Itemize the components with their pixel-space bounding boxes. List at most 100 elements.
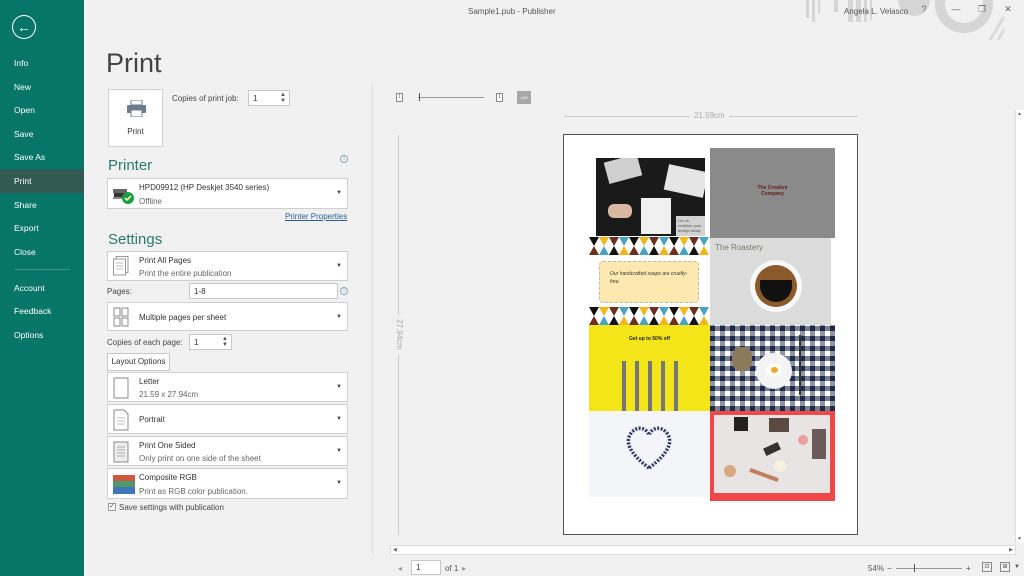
prev-page-icon[interactable]: ◂	[398, 564, 402, 573]
tile-forks-sale: Get up to 50% off	[589, 325, 710, 411]
view-options-icon[interactable]: ⊞	[1000, 562, 1010, 572]
info-icon[interactable]: i	[340, 155, 348, 163]
bunting-triangle	[699, 237, 709, 246]
copies-each-stepper[interactable]: 1 ▲ ▼	[189, 334, 232, 350]
page-total-label: of 1	[445, 564, 459, 573]
bunting-triangle	[599, 307, 609, 316]
multi-sheet-view-button[interactable]: 1&5	[517, 91, 531, 104]
page-range-dropdown[interactable]: Print All Pages Print the entire publica…	[107, 251, 348, 281]
info-icon[interactable]: i	[340, 287, 348, 295]
bunting-triangle	[679, 237, 689, 246]
paper-size-dropdown[interactable]: Letter 21.59 x 27.94cm ▼	[107, 372, 348, 402]
sidebar-item-new[interactable]: New	[0, 75, 84, 99]
triangle-pattern-bottom	[589, 307, 709, 325]
scroll-down-icon[interactable]: ▼	[1017, 536, 1022, 542]
sidebar-item-info[interactable]: Info	[0, 51, 84, 75]
zoom-level-label[interactable]: 54%	[868, 564, 884, 573]
help-button[interactable]: ?	[914, 4, 934, 18]
page-number-input[interactable]: 1	[411, 560, 441, 575]
fit-page-icon[interactable]: ⊡	[982, 562, 992, 572]
printer-properties-link[interactable]: Printer Properties	[285, 212, 347, 221]
scroll-up-icon[interactable]: ▲	[1017, 111, 1022, 117]
copies-stepper[interactable]: 1 ▲ ▼	[248, 90, 290, 106]
page-width-label: 21.59cm	[690, 111, 729, 120]
layout-dropdown[interactable]: Multiple pages per sheet ▼	[107, 302, 348, 331]
page-slider-thumb[interactable]	[419, 93, 420, 101]
restore-button[interactable]: ❐	[972, 4, 992, 18]
paper-icon	[113, 377, 129, 399]
back-button[interactable]: ←	[12, 15, 36, 39]
settings-heading: Settings	[108, 231, 163, 248]
scroll-left-icon[interactable]: ◀	[393, 547, 397, 553]
bunting-triangle	[639, 307, 649, 316]
horizontal-scrollbar[interactable]: ◀ ▶	[390, 545, 1016, 555]
bunting-triangle	[699, 307, 709, 316]
pane-divider	[372, 84, 373, 554]
color-mode-dropdown[interactable]: Composite RGB Print as RGB color publica…	[107, 468, 348, 499]
spin-arrows-icon[interactable]: ▲ ▼	[280, 92, 286, 104]
one-sided-icon	[113, 441, 129, 463]
bunting-triangle	[669, 307, 679, 316]
close-button[interactable]: ✕	[998, 4, 1018, 18]
sidebar-item-options[interactable]: Options	[0, 323, 84, 347]
printer-status-icon	[113, 189, 134, 204]
print-preview-page: Let us redefine your design today The Cr…	[563, 134, 858, 535]
vertical-scrollbar[interactable]: ▲ ▼	[1015, 110, 1024, 543]
bunting-triangle	[699, 316, 709, 325]
bunting-triangle	[609, 237, 619, 246]
orientation-dropdown[interactable]: Portrait ▼	[107, 404, 348, 434]
page-slider-track[interactable]	[418, 97, 484, 98]
bunting-triangle	[679, 246, 689, 255]
soap-label-text: Our handcrafted soaps are cruelty-free.	[599, 261, 699, 303]
bunting-triangle	[689, 246, 699, 255]
sidebar-item-account[interactable]: Account	[0, 276, 84, 300]
bunting-triangle	[669, 237, 679, 246]
bunting-triangle	[679, 316, 689, 325]
sidebar-item-share[interactable]: Share	[0, 193, 84, 217]
save-settings-checkbox[interactable]: ✓	[108, 503, 116, 511]
print-sides-subtitle: Only print on one side of the sheet	[139, 454, 261, 463]
page-range-subtitle: Print the entire publication	[139, 269, 232, 278]
triangle-pattern-top	[589, 237, 709, 255]
layout-options-button[interactable]: Layout Options	[107, 353, 170, 371]
page-title: Print	[106, 48, 162, 78]
chevron-down-icon: ▼	[336, 384, 342, 390]
zoom-slider-thumb[interactable]	[914, 564, 915, 572]
bunting-triangle	[619, 246, 629, 255]
minimize-button[interactable]: —	[946, 4, 966, 18]
zoom-slider-track[interactable]	[896, 568, 962, 569]
bunting-triangle	[629, 246, 639, 255]
printer-icon	[127, 100, 146, 117]
bunting-triangle	[659, 246, 669, 255]
zoom-out-button[interactable]: −	[887, 564, 892, 573]
sidebar-item-print[interactable]: Print	[0, 169, 84, 193]
print-button[interactable]: Print	[108, 89, 163, 147]
user-account-name[interactable]: Angela L. Velasco	[844, 7, 908, 16]
sidebar-item-save-as[interactable]: Save As	[0, 145, 84, 169]
sidebar-item-save[interactable]: Save	[0, 122, 84, 146]
copies-label: Copies of print job:	[172, 94, 239, 103]
printer-dropdown[interactable]: HPD09912 (HP Deskjet 3540 series) Offlin…	[107, 178, 348, 209]
sidebar-item-export[interactable]: Export	[0, 216, 84, 240]
sidebar-item-open[interactable]: Open	[0, 98, 84, 122]
next-page-icon[interactable]: ▸	[462, 564, 466, 573]
scroll-right-icon[interactable]: ▶	[1009, 547, 1013, 553]
single-page-view-icon[interactable]: 1	[396, 93, 403, 102]
tile-creative-company: The Creative Company	[710, 148, 835, 238]
sidebar-item-feedback[interactable]: Feedback	[0, 299, 84, 323]
copies-each-value: 1	[194, 338, 199, 347]
zoom-in-button[interactable]: +	[966, 564, 971, 573]
bunting-triangle	[589, 246, 599, 255]
page-end-icon[interactable]: 1	[496, 93, 503, 102]
bunting-triangle	[659, 307, 669, 316]
view-options-dropdown-icon[interactable]: ▼	[1014, 564, 1020, 570]
bunting-triangle	[599, 246, 609, 255]
bunting-triangle	[689, 237, 699, 246]
chevron-down-icon: ▼	[336, 448, 342, 454]
pages-input[interactable]: 1-8	[189, 283, 338, 299]
print-sides-dropdown[interactable]: Print One Sided Only print on one side o…	[107, 436, 348, 466]
paper-size-subtitle: 21.59 x 27.94cm	[139, 390, 199, 399]
sidebar-item-close[interactable]: Close	[0, 240, 84, 264]
spin-arrows-icon[interactable]: ▲ ▼	[222, 336, 228, 348]
roastery-text: The Roastery	[715, 243, 764, 252]
